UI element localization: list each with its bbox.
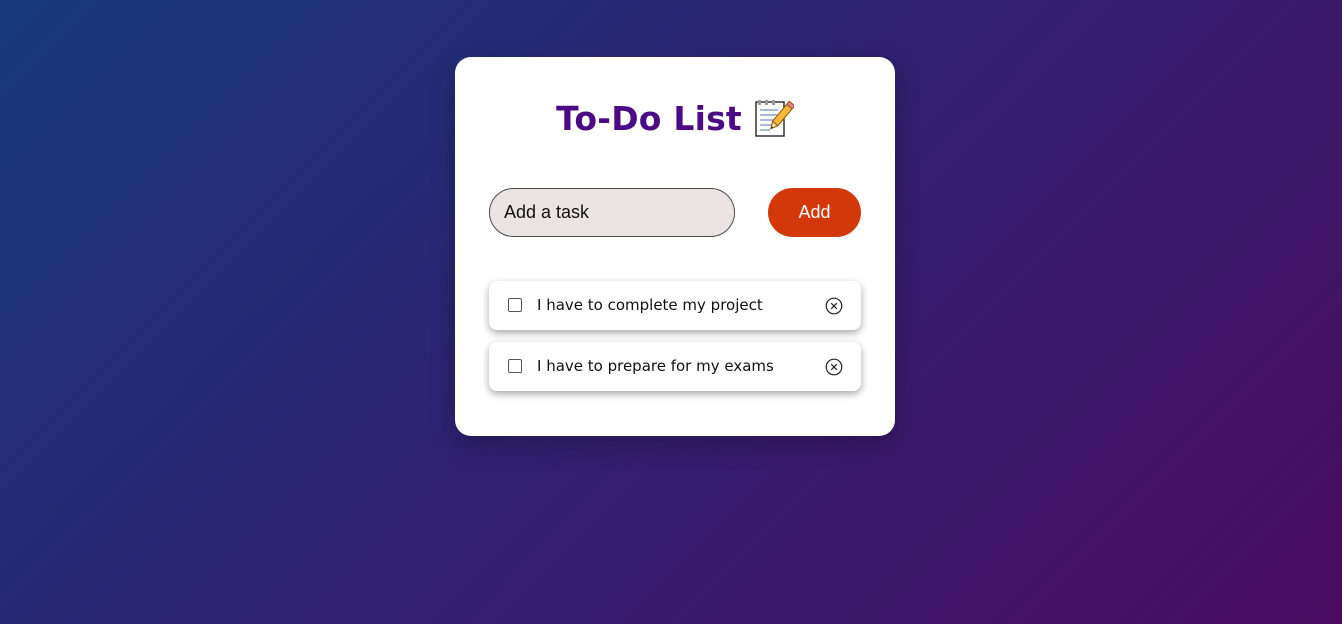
close-circle-icon[interactable] bbox=[825, 358, 843, 376]
todo-card: To-Do List Add I have to complete my pro… bbox=[455, 57, 895, 436]
task-text[interactable]: I have to complete my project bbox=[537, 281, 763, 330]
list-item: I have to complete my project bbox=[489, 281, 861, 330]
task-checkbox[interactable] bbox=[508, 359, 522, 373]
page-title: To-Do List bbox=[556, 98, 742, 138]
list-item: I have to prepare for my exams bbox=[489, 342, 861, 391]
task-list: I have to complete my project I have to … bbox=[489, 281, 861, 403]
add-button[interactable]: Add bbox=[768, 188, 861, 237]
task-checkbox[interactable] bbox=[508, 298, 522, 312]
memo-pencil-icon bbox=[755, 100, 794, 137]
title-row: To-Do List bbox=[455, 95, 895, 141]
task-input[interactable] bbox=[489, 188, 735, 237]
task-text[interactable]: I have to prepare for my exams bbox=[537, 342, 774, 391]
close-circle-icon[interactable] bbox=[825, 297, 843, 315]
